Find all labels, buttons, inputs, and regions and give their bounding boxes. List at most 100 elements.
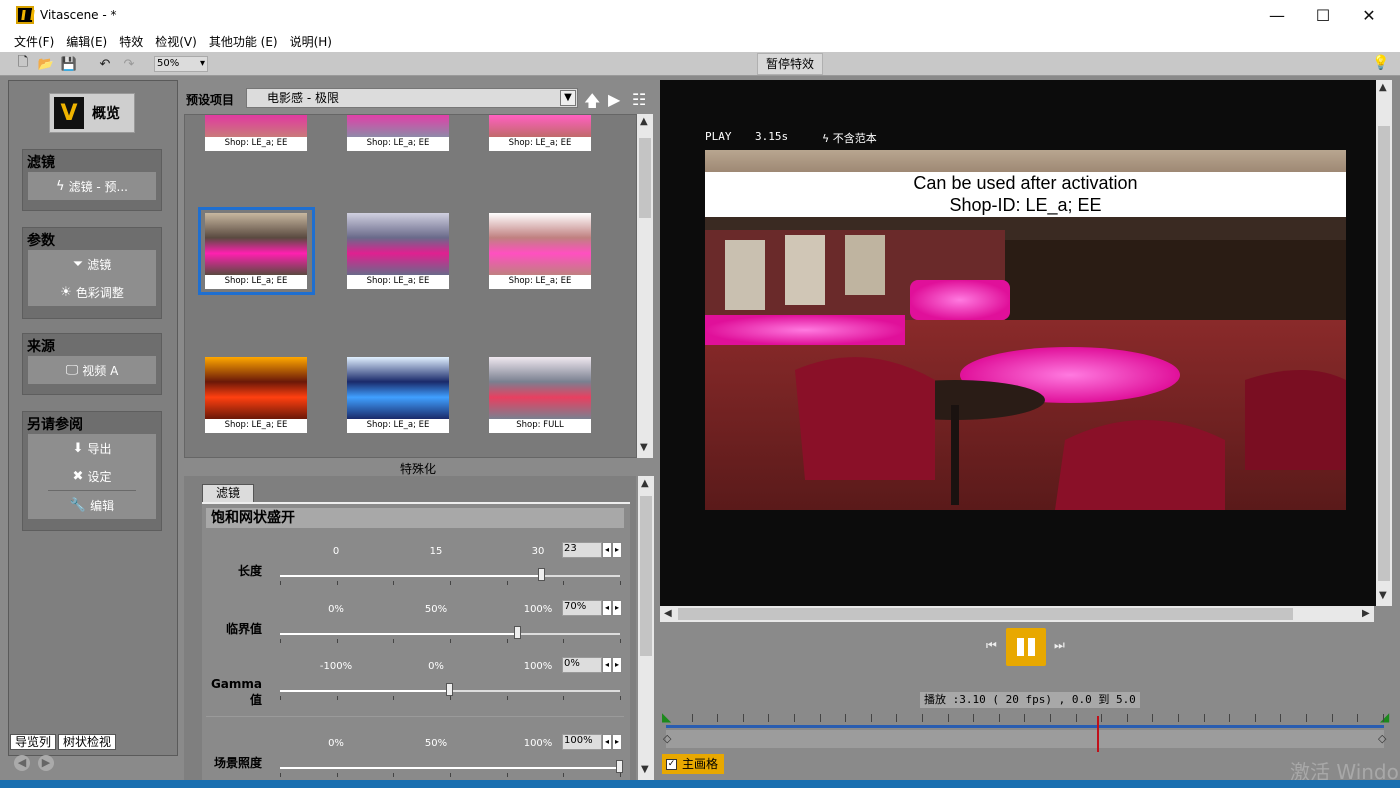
increment-icon[interactable]: ▸	[612, 734, 622, 750]
upload-arrow-icon[interactable]: 🡅	[584, 90, 600, 117]
play-preset-icon[interactable]: ▶	[608, 90, 620, 109]
overview-button[interactable]: V 概览	[49, 93, 135, 133]
param-tick-label: 0	[332, 546, 340, 557]
playhead[interactable]	[1096, 716, 1099, 752]
preset-scrollbar[interactable]: ▲ ▼	[637, 114, 653, 458]
transport-panel: ⏮ ⏭ 播放 :3.10 ( 20 fps) , 0.0 到 5.0 ◣ ◢ ◇…	[660, 622, 1390, 780]
new-file-icon[interactable]: 🗋	[14, 55, 32, 73]
menu-file[interactable]: 文件(F)	[14, 33, 54, 50]
scroll-down-icon[interactable]: ▼	[641, 764, 649, 775]
skip-back-icon[interactable]: ⏮	[986, 638, 997, 653]
export-label: 导出	[87, 441, 112, 456]
chevron-down-icon[interactable]: ▼	[560, 90, 576, 106]
scroll-right-icon[interactable]: ▶	[1362, 608, 1370, 619]
menu-edit[interactable]: 编辑(E)	[66, 33, 107, 50]
param-value-field[interactable]: 23	[562, 542, 602, 558]
tab-filter[interactable]: 滤镜	[202, 484, 254, 502]
sidebar-tabs: 导览列 树状检视	[10, 734, 118, 750]
preset-thumbnail[interactable]: Shop: LE_a; EE	[489, 213, 591, 289]
preset-thumbnail[interactable]: Shop: LE_a; EE	[347, 213, 449, 289]
save-icon[interactable]: 💾	[60, 55, 78, 73]
decrement-icon[interactable]: ◂	[602, 600, 612, 616]
param-slider-knob[interactable]	[616, 760, 623, 773]
increment-icon[interactable]: ▸	[612, 542, 622, 558]
preset-select[interactable]: 电影感 - 极限 ▼	[246, 88, 578, 108]
preview-hscroll[interactable]: ◀ ▶	[660, 606, 1374, 622]
param-spinner[interactable]: ◂ ▸	[602, 600, 622, 616]
param-spinner[interactable]: ◂ ▸	[602, 542, 622, 558]
open-folder-icon[interactable]: 📂	[37, 55, 55, 73]
param-spinner[interactable]: ◂ ▸	[602, 657, 622, 673]
pause-button[interactable]	[1006, 628, 1046, 666]
param-label: 长度	[237, 564, 262, 578]
tab-tree-view[interactable]: 树状检视	[58, 734, 117, 750]
param-value-field[interactable]: 0%	[562, 657, 602, 673]
edit-link[interactable]: 🔧 编辑	[28, 491, 156, 519]
maximize-button[interactable]: ☐	[1300, 0, 1346, 30]
color-adjust-link[interactable]: ☀ 色彩调整	[28, 278, 156, 306]
param-slider-knob[interactable]	[514, 626, 521, 639]
preset-thumbnail[interactable]: Shop: LE_a; EE	[205, 115, 307, 151]
start-marker-icon[interactable]: ◣	[662, 710, 671, 724]
param-slider-knob[interactable]	[446, 683, 453, 696]
pause-effects-button[interactable]: 暂停特效	[757, 53, 823, 75]
minimize-button[interactable]: —	[1254, 0, 1300, 30]
back-arrow-icon[interactable]: ◀	[14, 755, 30, 771]
keyframe-right-icon[interactable]: ◇	[1378, 732, 1386, 745]
preview-viewport[interactable]: PLAY 3.15s ϟ 不含范本 Can be used after acti…	[660, 80, 1390, 606]
scroll-down-icon[interactable]: ▼	[1379, 590, 1387, 601]
overview-label: 概览	[92, 106, 120, 122]
tab-navigation[interactable]: 导览列	[10, 734, 57, 750]
video-a-link[interactable]: 🖵 视频 A	[28, 356, 156, 384]
redo-icon[interactable]: ↷	[120, 55, 138, 73]
checkbox-checked-icon[interactable]: ✓	[666, 758, 677, 770]
lightbulb-icon[interactable]: 💡	[1372, 55, 1389, 71]
zoom-select[interactable]: 50%	[154, 56, 208, 72]
close-button[interactable]: ✕	[1346, 0, 1392, 30]
preset-thumbnail[interactable]: Shop: LE_a; EE	[489, 115, 591, 151]
no-sample-label: ϟ 不含范本	[822, 130, 877, 146]
scroll-up-icon[interactable]: ▲	[1379, 82, 1387, 93]
decrement-icon[interactable]: ◂	[602, 734, 612, 750]
main-track-toggle[interactable]: ✓ 主画格	[662, 754, 725, 774]
export-link[interactable]: ⬇ 导出	[28, 434, 156, 462]
preview-vscroll[interactable]: ▲ ▼	[1376, 80, 1392, 606]
scroll-left-icon[interactable]: ◀	[664, 608, 672, 619]
see-also-group-title: 另请参阅	[27, 417, 83, 433]
menu-view[interactable]: 检视(V)	[155, 33, 197, 50]
param-tick-label: 100%	[523, 738, 553, 749]
param-spinner[interactable]: ◂ ▸	[602, 734, 622, 750]
scroll-up-icon[interactable]: ▲	[640, 116, 648, 127]
keyframe-left-icon[interactable]: ◇	[663, 732, 671, 745]
increment-icon[interactable]: ▸	[612, 600, 622, 616]
menu-effects[interactable]: 特效	[119, 33, 143, 50]
decrement-icon[interactable]: ◂	[602, 657, 612, 673]
param-value-field[interactable]: 70%	[562, 600, 602, 616]
filter-preset-link[interactable]: ϟ 滤镜 - 预...	[28, 172, 156, 200]
monitor-icon: 🖵	[65, 362, 79, 378]
increment-icon[interactable]: ▸	[612, 657, 622, 673]
menu-other[interactable]: 其他功能 (E)	[209, 33, 278, 50]
download-icon: ⬇	[72, 440, 84, 456]
filter-param-link[interactable]: ⏷ 滤镜	[28, 250, 156, 278]
app-window: Vitascene - * — ☐ ✕ 文件(F) 编辑(E) 特效 检视(V)…	[0, 0, 1400, 780]
preset-thumbnail[interactable]: Shop: LE_a; EE	[347, 115, 449, 151]
preset-thumbnail[interactable]: Shop: LE_a; EE	[347, 357, 449, 433]
params-scrollbar[interactable]: ▲ ▼	[638, 476, 654, 780]
forward-arrow-icon[interactable]: ▶	[38, 755, 54, 771]
skip-forward-icon[interactable]: ⏭	[1054, 638, 1065, 653]
scroll-up-icon[interactable]: ▲	[641, 478, 649, 489]
undo-icon[interactable]: ↶	[96, 55, 114, 73]
preset-thumbnail[interactable]: Shop: LE_a; EE	[205, 357, 307, 433]
preset-thumbnail[interactable]: Shop: FULL	[489, 357, 591, 433]
param-slider-knob[interactable]	[537, 568, 545, 581]
menu-help[interactable]: 说明(H)	[290, 33, 332, 50]
timeline[interactable]: ◣ ◢ ◇ ◇	[662, 710, 1389, 754]
param-value-field[interactable]: 100%	[562, 734, 602, 750]
settings-link[interactable]: ✖ 设定	[28, 462, 156, 490]
list-view-icon[interactable]: ☷	[632, 90, 646, 109]
activation-banner: Can be used after activation Shop-ID: LE…	[705, 172, 1346, 217]
end-marker-icon[interactable]: ◢	[1380, 710, 1389, 724]
decrement-icon[interactable]: ◂	[602, 542, 612, 558]
scroll-down-icon[interactable]: ▼	[640, 442, 648, 453]
